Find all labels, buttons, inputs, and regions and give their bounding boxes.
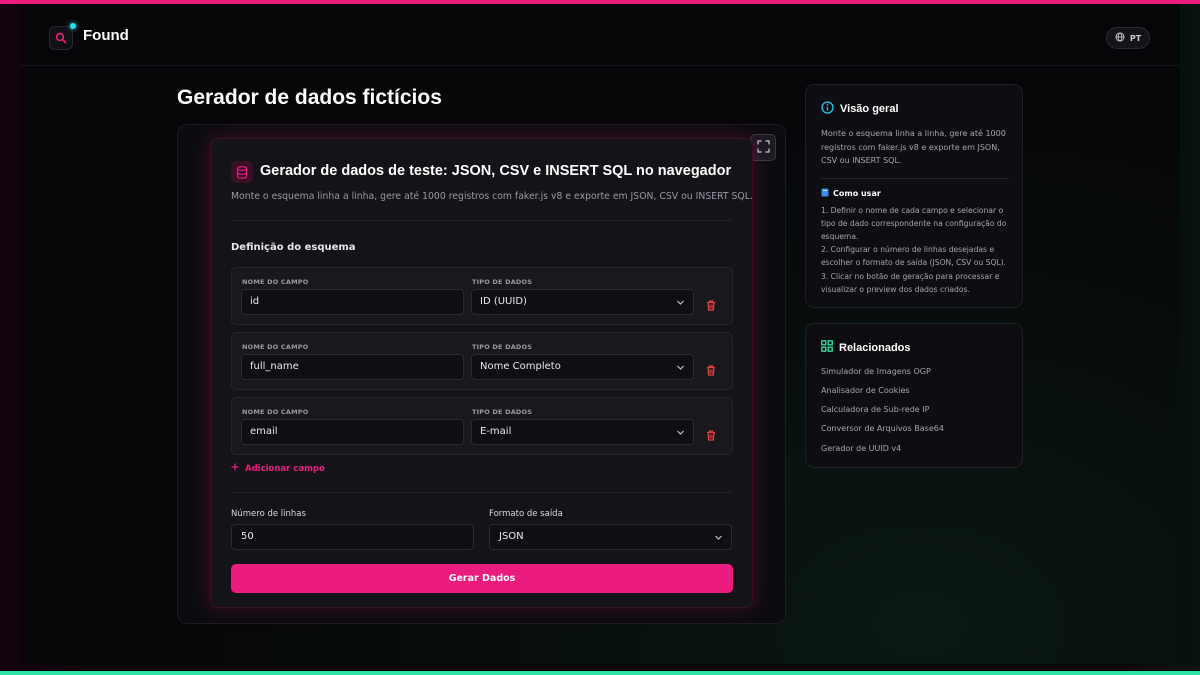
trash-icon[interactable] <box>706 426 716 445</box>
schema-field-row: NOME DO CAMPO TIPO DE DADOS id ID (UUID) <box>231 267 733 325</box>
chevron-down-icon <box>676 428 685 440</box>
tool-description: Monte o esquema linha a linha, gere até … <box>231 191 753 202</box>
grid-icon <box>821 340 833 355</box>
how-to-header: Como usar <box>821 188 881 199</box>
how-to-steps: 1. Definir o nome de cada campo e seleci… <box>821 205 1013 298</box>
language-label: PT <box>1129 33 1142 43</box>
rows-label: Número de linhas <box>231 509 306 519</box>
overview-card: Visão geral Monte o esquema linha a linh… <box>805 84 1023 308</box>
database-icon <box>231 161 253 183</box>
overview-header: Visão geral <box>821 101 899 117</box>
related-link[interactable]: Gerador de UUID v4 <box>821 444 901 453</box>
field-name-label: NOME DO CAMPO <box>242 278 309 286</box>
related-title: Relacionados <box>839 341 911 354</box>
book-icon <box>821 188 829 199</box>
schema-field-row: NOME DO CAMPO TIPO DE DADOS full_name No… <box>231 332 733 390</box>
chevron-down-icon <box>676 298 685 310</box>
how-to-title: Como usar <box>833 189 881 198</box>
field-name-input[interactable]: id <box>241 289 464 315</box>
data-type-label: TIPO DE DADOS <box>472 343 533 351</box>
related-link[interactable]: Analisador de Cookies <box>821 386 910 395</box>
data-type-label: TIPO DE DADOS <box>472 408 533 416</box>
fullscreen-icon <box>756 138 770 157</box>
generate-button[interactable]: Gerar Dados <box>231 564 733 593</box>
format-value: JSON <box>499 531 524 542</box>
trash-icon[interactable] <box>706 296 716 315</box>
data-type-select[interactable]: ID (UUID) <box>471 289 694 315</box>
field-name-input[interactable]: email <box>241 419 464 445</box>
related-link[interactable]: Calculadora de Sub-rede IP <box>821 405 929 414</box>
chevron-down-icon <box>714 533 723 545</box>
data-type-value: E-mail <box>480 426 512 437</box>
schema-section-title: Definição do esquema <box>231 242 356 253</box>
chevron-down-icon <box>676 363 685 375</box>
field-name-input[interactable]: full_name <box>241 354 464 380</box>
rows-input[interactable]: 50 <box>231 524 474 550</box>
divider <box>231 492 732 493</box>
data-type-value: ID (UUID) <box>480 296 527 307</box>
fullscreen-button[interactable] <box>750 134 776 161</box>
app-inner: Found PT Gerador de dados fictícios Gera… <box>20 4 1180 664</box>
schema-field-row: NOME DO CAMPO TIPO DE DADOS email E-mail <box>231 397 733 455</box>
field-name-label: NOME DO CAMPO <box>242 343 309 351</box>
app-frame: Found PT Gerador de dados fictícios Gera… <box>0 4 1200 671</box>
logo-button[interactable] <box>49 23 76 50</box>
data-type-select[interactable]: E-mail <box>471 419 694 445</box>
related-link[interactable]: Simulador de Imagens OGP <box>821 367 931 376</box>
divider <box>231 220 732 221</box>
info-icon <box>821 101 834 117</box>
trash-icon[interactable] <box>706 361 716 380</box>
add-field-button[interactable]: Adicionar campo <box>231 463 325 474</box>
related-link[interactable]: Conversor de Arquivos Base64 <box>821 424 944 433</box>
how-to-step: 1. Definir o nome de cada campo e seleci… <box>821 206 1007 241</box>
overview-title: Visão geral <box>840 103 899 115</box>
data-type-select[interactable]: Nome Completo <box>471 354 694 380</box>
plus-icon <box>231 463 239 474</box>
divider <box>821 178 1009 179</box>
search-icon <box>55 29 67 48</box>
overview-text: Monte o esquema linha a linha, gere até … <box>821 129 1006 165</box>
status-dot <box>70 23 76 29</box>
app-name[interactable]: Found <box>83 27 129 44</box>
how-to-step: 3. Clicar no botão de geração para proce… <box>821 271 1000 294</box>
globe-icon <box>1115 32 1125 44</box>
tool-card: Gerador de dados de teste: JSON, CSV e I… <box>210 138 753 608</box>
related-card: Relacionados Simulador de Imagens OGP An… <box>805 323 1023 468</box>
add-field-label: Adicionar campo <box>245 463 325 474</box>
top-header: Found PT <box>20 4 1180 66</box>
related-header: Relacionados <box>821 340 911 355</box>
field-name-label: NOME DO CAMPO <box>242 408 309 416</box>
tool-title: Gerador de dados de teste: JSON, CSV e I… <box>260 163 732 179</box>
bottom-accent-bar <box>0 671 1200 675</box>
format-label: Formato de saída <box>489 509 563 519</box>
language-switcher[interactable]: PT <box>1106 27 1150 49</box>
format-select[interactable]: JSON <box>489 524 732 550</box>
page-title: Gerador de dados fictícios <box>177 86 442 109</box>
data-type-value: Nome Completo <box>480 361 561 372</box>
data-type-label: TIPO DE DADOS <box>472 278 533 286</box>
how-to-step: 2. Configurar o número de linhas desejad… <box>821 245 1007 268</box>
